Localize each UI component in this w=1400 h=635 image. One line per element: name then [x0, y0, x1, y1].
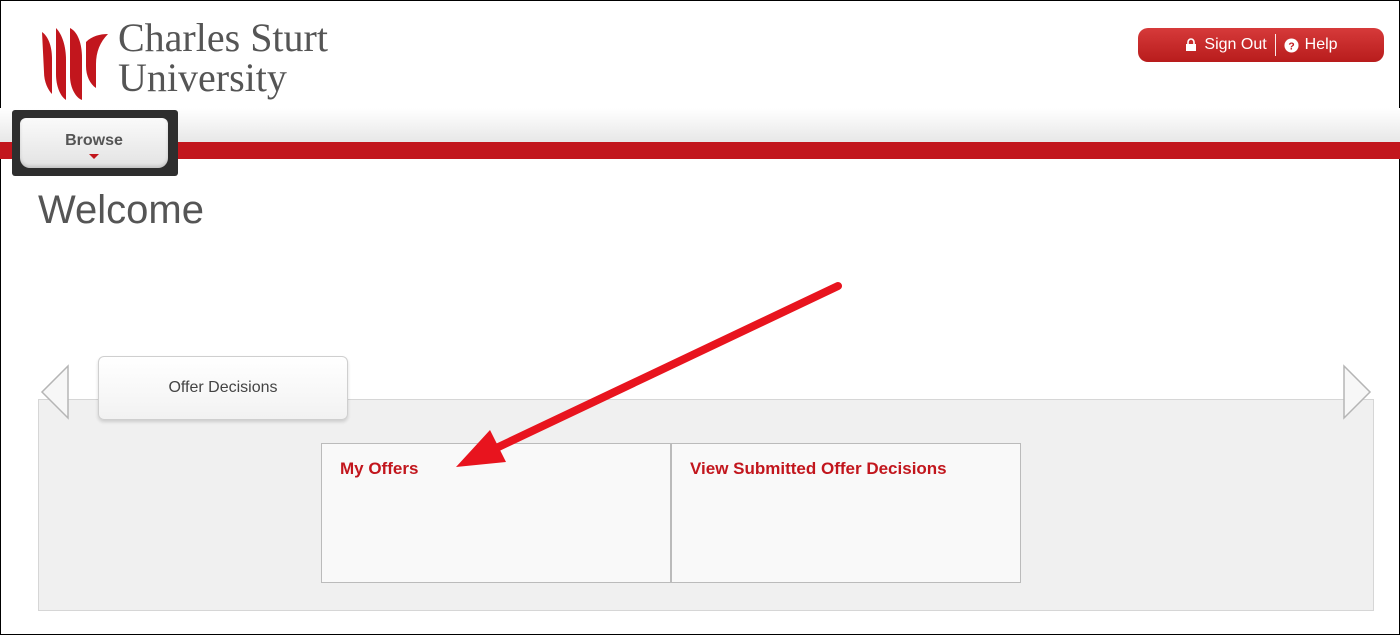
caret-down-icon: [89, 154, 99, 159]
browse-button[interactable]: Browse: [20, 118, 168, 168]
help-icon: ?: [1284, 37, 1299, 53]
help-label: Help: [1304, 36, 1338, 53]
page-title: Welcome: [38, 188, 204, 232]
carousel-next-icon[interactable]: [1340, 364, 1374, 420]
nav-red-bar: [0, 142, 1400, 159]
view-submitted-decisions-tile[interactable]: View Submitted Offer Decisions: [671, 443, 1021, 583]
lock-icon: [1186, 38, 1197, 51]
help-button[interactable]: ? Help: [1284, 36, 1338, 54]
university-logo[interactable]: Charles Sturt University: [38, 18, 338, 108]
browse-label: Browse: [65, 132, 123, 149]
sign-out-label: Sign Out: [1204, 36, 1267, 53]
tab-offer-decisions[interactable]: Offer Decisions: [98, 356, 348, 420]
my-offers-tile[interactable]: My Offers: [321, 443, 671, 583]
carousel-prev-icon[interactable]: [38, 364, 72, 420]
nav-strip: [0, 108, 1400, 144]
divider: [1274, 34, 1276, 56]
tab-label: Offer Decisions: [168, 379, 278, 396]
logo-wordmark: Charles Sturt University: [118, 18, 328, 98]
logo-line-1: Charles Sturt: [118, 15, 328, 60]
logo-emblem-icon: [42, 28, 108, 100]
my-offers-link[interactable]: My Offers: [340, 459, 418, 478]
svg-text:?: ?: [1288, 41, 1294, 52]
logo-line-2: University: [118, 55, 287, 100]
top-utility-bar: Sign Out ? Help: [1138, 28, 1384, 62]
sign-out-button[interactable]: Sign Out: [1184, 36, 1267, 54]
view-submitted-decisions-link[interactable]: View Submitted Offer Decisions: [690, 459, 947, 478]
